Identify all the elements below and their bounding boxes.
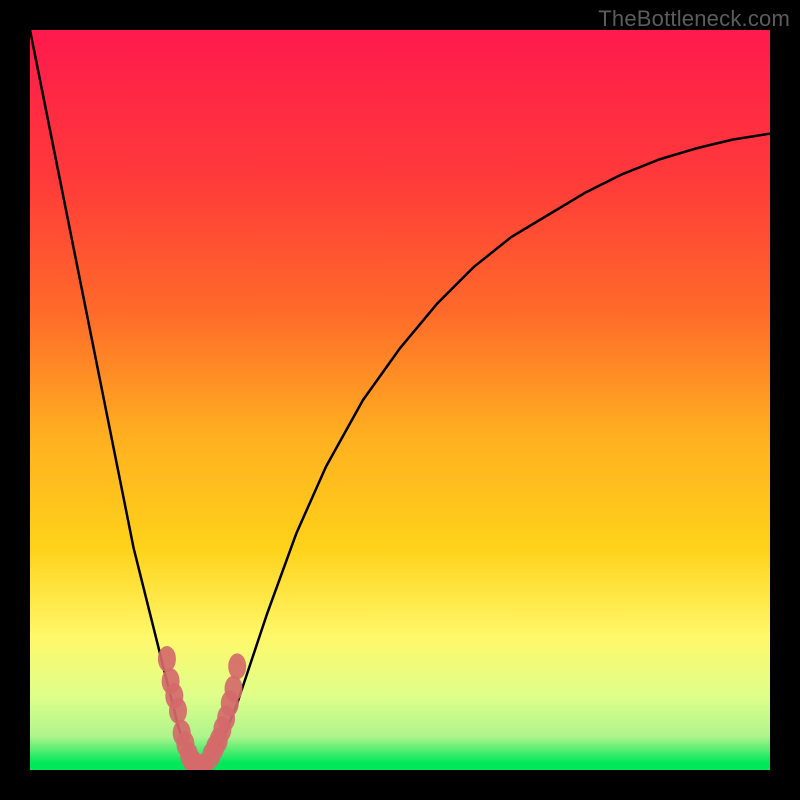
sample-point	[169, 698, 187, 724]
bottleneck-chart-svg	[30, 30, 770, 770]
chart-container: TheBottleneck.com	[0, 0, 800, 800]
watermark-text: TheBottleneck.com	[598, 6, 790, 32]
gradient-background	[30, 30, 770, 770]
sample-point	[158, 646, 176, 672]
sample-point	[228, 653, 246, 679]
plot-area	[30, 30, 770, 770]
sample-point	[225, 676, 243, 702]
